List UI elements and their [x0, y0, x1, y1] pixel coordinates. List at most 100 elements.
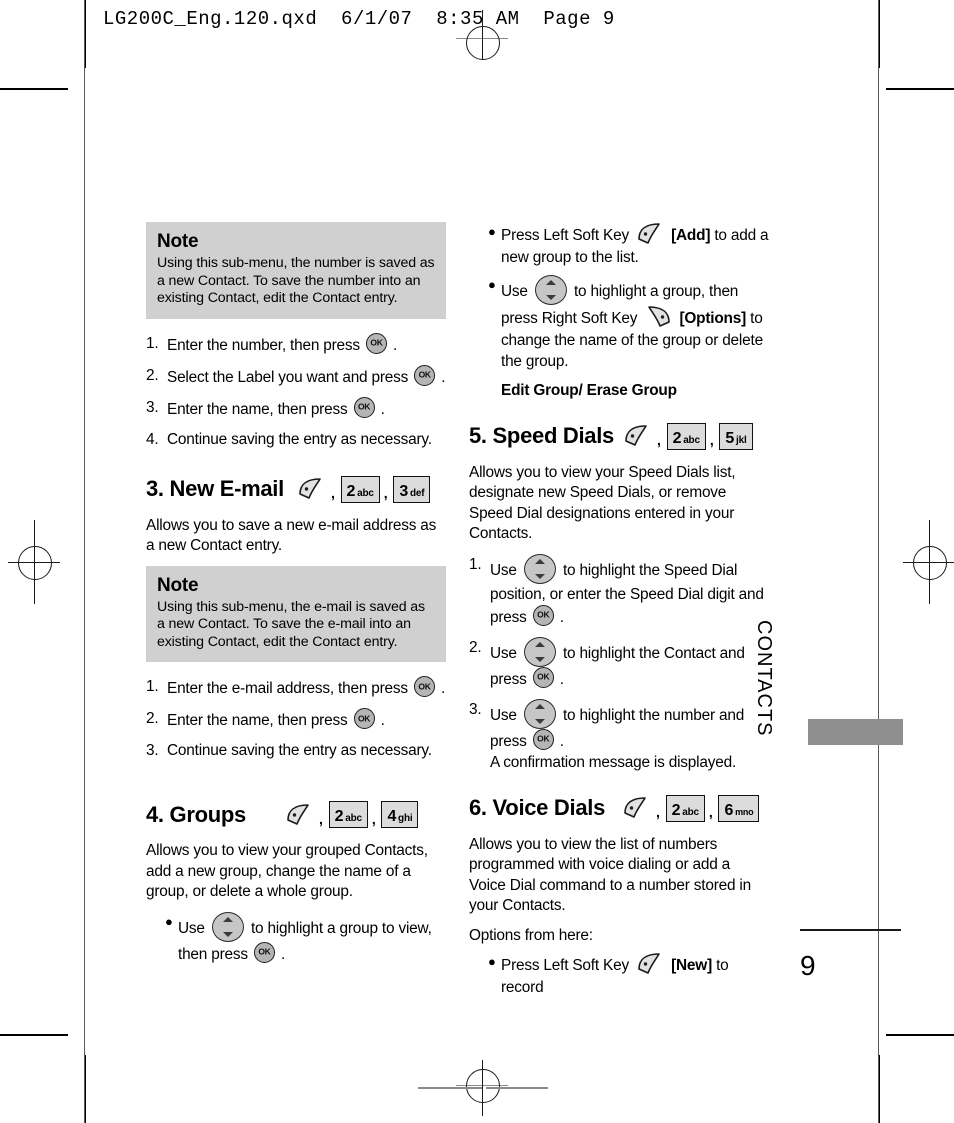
- bullet-text: Press Left Soft Key: [501, 227, 629, 244]
- bullet-dot-icon: ●: [165, 913, 173, 929]
- step-text-after: .: [380, 712, 385, 729]
- step-text: Continue saving the entry as necessary.: [167, 430, 432, 448]
- step-item: 1. Use to highlight the Speed Dial posit…: [469, 553, 769, 628]
- nav-key-icon: [523, 698, 556, 729]
- note-title: Note: [157, 574, 199, 596]
- registration-mark-right: [903, 520, 954, 604]
- ok-key-icon: [365, 332, 387, 354]
- separator-comma: ,: [383, 485, 388, 501]
- step-text-after: .: [380, 400, 385, 418]
- ok-key-icon: [413, 676, 435, 697]
- separator-comma: ,: [371, 810, 376, 827]
- separator-comma: ,: [656, 804, 660, 820]
- nav-key-icon: [523, 553, 556, 584]
- bullet-text: Press Left Soft Key: [501, 957, 629, 974]
- nav-key-icon: [534, 275, 567, 305]
- softkey-label-add: [Add]: [671, 227, 711, 244]
- group-options-submenu-line: Edit Group/ Erase Group: [501, 381, 677, 399]
- section-heading-groups: 4. Groups , 2 abc , 4 ghi: [146, 801, 446, 828]
- steps-list-speed-dials: 1. Use to highlight the Speed Dial posit…: [469, 553, 769, 773]
- step-text: Enter the name, then press: [167, 712, 348, 729]
- bullet-dot-icon: ●: [488, 277, 496, 292]
- ok-key-icon: [353, 396, 375, 418]
- bullet-text: Use: [178, 919, 205, 937]
- separator-comma: ,: [709, 432, 714, 448]
- list-item: ● Use to highlight a group to view, then…: [165, 911, 446, 966]
- step-text-after: .: [559, 732, 564, 750]
- bullet-text: Use: [501, 283, 528, 300]
- step-text: Use: [490, 706, 517, 724]
- step-item: 3. Enter the name, then press .: [146, 396, 446, 420]
- note-body: Using this sub-menu, the number is saved…: [157, 255, 435, 306]
- step-item: 3. Use to highlight the number and press…: [469, 698, 769, 773]
- section-title: 4. Groups: [146, 801, 246, 827]
- page-number-rule: [800, 929, 901, 931]
- step-number: 3.: [146, 742, 159, 759]
- step-text: Enter the number, then press: [167, 336, 360, 354]
- keycap-3def: 3 def: [393, 475, 431, 503]
- left-soft-key-icon: [636, 222, 664, 246]
- list-item: ● Press Left Soft Key [Add] to add a new…: [488, 222, 769, 268]
- left-soft-key-icon: [622, 796, 650, 820]
- keycap-4ghi: 4 ghi: [381, 801, 419, 828]
- nav-key-icon: [523, 636, 556, 667]
- bullet-dot-icon: ●: [488, 224, 496, 239]
- keycap-5jkl: 5 jkl: [719, 422, 753, 450]
- section-paragraph: Allows you to view your grouped Contacts…: [146, 842, 428, 900]
- step-text: Continue saving the entry as necessary.: [167, 742, 432, 759]
- left-soft-key-icon: [285, 803, 313, 827]
- step-text: Use: [490, 644, 517, 662]
- side-tab-marker: [808, 719, 903, 745]
- left-text-column: Note Using this sub-menu, the number is …: [146, 222, 446, 972]
- confirmation-note: A confirmation message is displayed.: [490, 753, 737, 771]
- bullet-list-group-options: ● Press Left Soft Key [Add] to add a new…: [469, 222, 769, 373]
- registration-bar-bottom-left: [418, 1087, 482, 1089]
- ok-key-icon: [532, 666, 554, 688]
- step-text: Enter the name, then press: [167, 400, 348, 418]
- section-heading-voice-dials: 6. Voice Dials , 2 abc , 6 mno: [469, 794, 769, 822]
- step-number: 1.: [469, 555, 482, 573]
- step-number: 4.: [146, 430, 159, 448]
- step-text-after: .: [559, 670, 564, 688]
- bullet-text-after: .: [281, 945, 286, 963]
- section-heading-new-email: 3. New E-mail , 2 abc , 3 def: [146, 475, 446, 503]
- ok-key-icon: [532, 728, 554, 750]
- separator-comma: ,: [708, 804, 713, 820]
- left-soft-key-icon: [623, 424, 651, 448]
- note-box-email-saved: Note Using this sub-menu, the e-mail is …: [146, 565, 446, 662]
- step-item: 2. Use to highlight the Contact and pres…: [469, 636, 769, 690]
- step-number: 2.: [469, 638, 482, 656]
- step-text-after: .: [559, 608, 564, 626]
- crop-mark-bottom-left-horizontal: [0, 1034, 68, 1036]
- separator-comma: ,: [656, 432, 661, 448]
- step-text: Use: [490, 561, 517, 579]
- registration-mark-left: [8, 520, 60, 604]
- options-intro: Options from here:: [469, 926, 593, 944]
- keycap-2abc: 2 abc: [665, 794, 705, 822]
- section-title: 5. Speed Dials: [469, 423, 614, 448]
- step-text-after: .: [441, 368, 446, 386]
- crop-mark-bottom-right-horizontal: [886, 1034, 954, 1036]
- ok-key-icon: [253, 941, 275, 963]
- separator-comma: ,: [319, 810, 323, 827]
- section-paragraph: Allows you to view the list of numbers p…: [469, 835, 752, 915]
- crop-mark-top-right-horizontal: [886, 88, 954, 90]
- bullet-list-groups: ● Use to highlight a group to view, then…: [146, 911, 446, 966]
- page-number: 9: [800, 950, 816, 981]
- step-text: Enter the e-mail address, then press: [167, 680, 408, 697]
- step-number: 1.: [146, 678, 159, 695]
- softkey-label-new: [New]: [671, 957, 712, 974]
- section-title: 3. New E-mail: [146, 476, 284, 501]
- keycap-2abc: 2 abc: [666, 422, 706, 450]
- step-number: 3.: [146, 398, 159, 416]
- ok-key-icon: [353, 708, 375, 729]
- step-number: 1.: [146, 334, 159, 352]
- step-item: 3. Continue saving the entry as necessar…: [146, 740, 446, 761]
- trim-line-right: [878, 0, 879, 1123]
- bullet-dot-icon: ●: [488, 954, 496, 969]
- keycap-6mno: 6 mno: [718, 794, 760, 822]
- note-title: Note: [157, 231, 199, 252]
- note-body: Using this sub-menu, the e-mail is saved…: [157, 598, 425, 650]
- section-paragraph: Allows you to view your Speed Dials list…: [469, 463, 736, 543]
- step-number: 2.: [146, 366, 159, 384]
